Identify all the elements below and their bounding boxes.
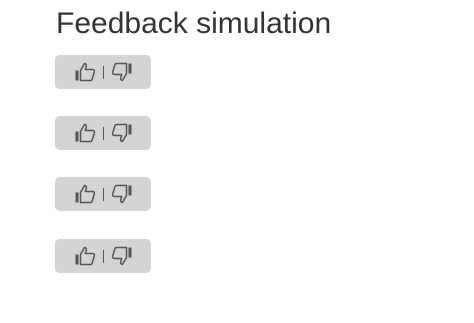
thumbs-down-icon xyxy=(111,123,131,143)
feedback-widget xyxy=(55,55,151,89)
thumbs-up-icon xyxy=(75,184,95,204)
separator xyxy=(102,249,104,263)
feedback-widget xyxy=(55,239,151,273)
thumbs-up-button[interactable] xyxy=(69,119,101,147)
thumbs-down-button[interactable] xyxy=(106,119,138,147)
thumbs-up-button[interactable] xyxy=(69,58,101,86)
thumbs-down-button[interactable] xyxy=(106,242,138,270)
thumbs-down-icon xyxy=(111,184,131,204)
thumbs-down-icon xyxy=(111,62,131,82)
page-title: Feedback simulation xyxy=(56,7,332,40)
thumbs-down-button[interactable] xyxy=(106,180,138,208)
thumbs-up-icon xyxy=(75,123,95,143)
thumbs-up-button[interactable] xyxy=(69,180,101,208)
feedback-widget xyxy=(55,177,151,211)
thumbs-up-button[interactable] xyxy=(69,242,101,270)
separator xyxy=(102,65,104,79)
thumbs-up-icon xyxy=(75,62,95,82)
thumbs-up-icon xyxy=(75,246,95,266)
feedback-widget xyxy=(55,116,151,150)
separator xyxy=(102,126,104,140)
thumbs-down-icon xyxy=(111,246,131,266)
separator xyxy=(102,187,104,201)
thumbs-down-button[interactable] xyxy=(106,58,138,86)
